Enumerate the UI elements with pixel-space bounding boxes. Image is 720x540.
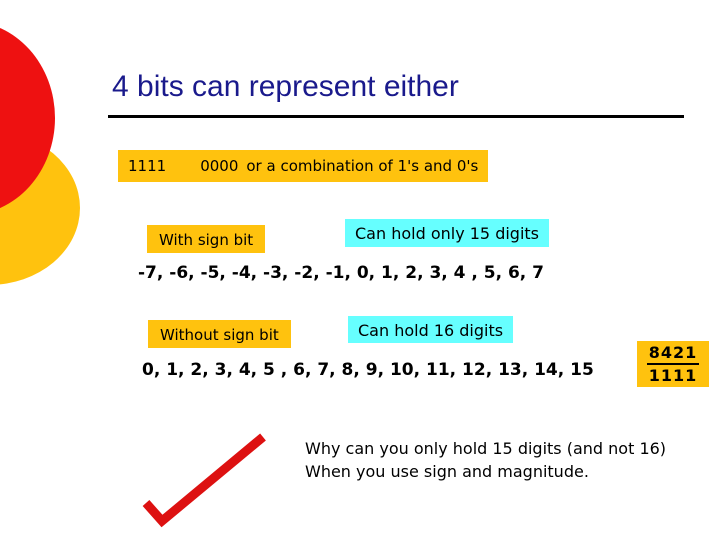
place-value-bits: 1111 <box>648 366 698 385</box>
check-mark-icon <box>142 433 266 528</box>
title-underline-rule <box>108 115 684 118</box>
without-sign-bit-label: Without sign bit <box>148 320 291 348</box>
unsigned-range-values: 0, 1, 2, 3, 4, 5 , 6, 7, 8, 9, 10, 11, 1… <box>142 360 594 380</box>
bits-left-value: 1111 <box>128 157 167 175</box>
place-value-weights: 8421 <box>648 343 698 362</box>
bits-note: or a combination of 1's and 0's <box>246 157 479 175</box>
place-value-divider <box>647 363 699 365</box>
signed-range-values: -7, -6, -5, -4, -3, -2, -1, 0, 1, 2, 3, … <box>138 263 545 283</box>
bits-right-value: 0000 <box>200 157 239 175</box>
slide-canvas: 4 bits can represent either 1111 0000 or a… <box>0 0 720 540</box>
question-text: Why can you only hold 15 digits (and not… <box>305 439 667 481</box>
unsigned-capacity-label: Can hold 16 digits <box>348 316 514 343</box>
bit-patterns-highlight: 1111 0000 or a combination of 1's and 0's <box>118 150 489 182</box>
slide-title: 4 bits can represent either <box>112 70 459 103</box>
signed-capacity-label: Can hold only 15 digits <box>345 219 550 247</box>
with-sign-bit-label: With sign bit <box>147 225 266 253</box>
place-value-box: 8421 1111 <box>637 341 709 387</box>
